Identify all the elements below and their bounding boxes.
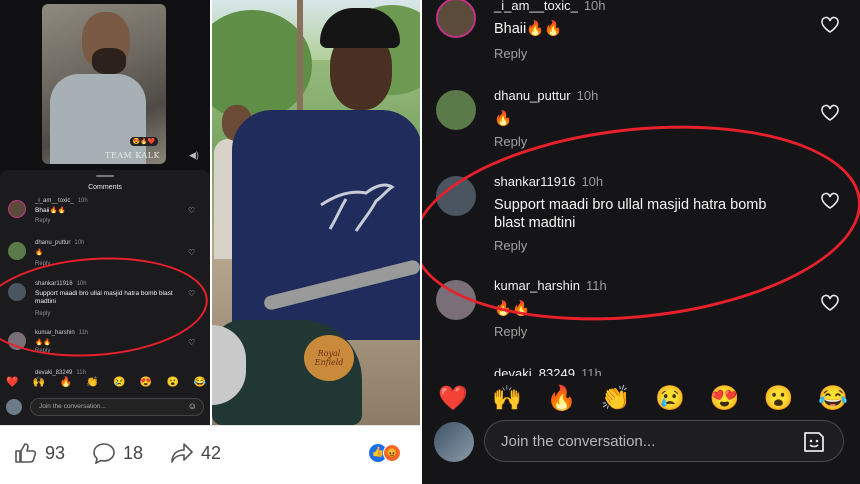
right-screenshot: _i_am__toxic_ 10h Bhaii🔥🔥 Reply dhanu_put… xyxy=(422,0,860,484)
emoji-quick-reactions: ❤️ 🙌 🔥 👏 😢 😍 😮 😂 xyxy=(6,377,206,388)
emoji-laugh[interactable]: 😂 xyxy=(193,377,205,388)
list-item: devaki_83249 11h xyxy=(8,369,208,377)
sheet-drag-handle[interactable] xyxy=(96,175,114,177)
comment-text: Bhaii🔥🔥 xyxy=(35,207,66,214)
emoji-raised-hands[interactable]: 🙌 xyxy=(33,377,45,388)
share-arrow-icon xyxy=(171,443,193,463)
heart-icon[interactable]: ♡ xyxy=(188,338,195,347)
comment-username[interactable]: dhanu_puttur xyxy=(494,88,571,103)
comment-input[interactable]: Join the conversation... xyxy=(484,420,844,462)
share-count: 42 xyxy=(201,442,222,463)
comment-input[interactable]: Join the conversation... ☺ xyxy=(30,398,204,416)
comment-username[interactable]: dhanu_puttur xyxy=(35,240,70,246)
comment-time: 11h xyxy=(76,370,86,376)
comment-time: 10h xyxy=(74,240,85,246)
video-watermark: TEAM KALK xyxy=(105,151,160,160)
heart-icon[interactable] xyxy=(820,104,840,122)
emoji-fire[interactable]: 🔥 xyxy=(60,377,72,388)
reply-button[interactable]: Reply xyxy=(494,324,527,339)
comment-time: 10h xyxy=(576,88,599,103)
angry-reaction-icon: 😡 xyxy=(383,444,401,462)
emoji-fire[interactable]: 🔥 xyxy=(547,384,577,413)
share-button[interactable]: 42 xyxy=(170,442,221,464)
photo: Royal Enfield xyxy=(212,0,420,425)
emoji-heart-eyes[interactable]: 😍 xyxy=(140,377,152,388)
avatar[interactable] xyxy=(8,200,26,218)
like-count: 93 xyxy=(45,442,66,463)
emoji-heart-eyes[interactable]: 😍 xyxy=(709,384,739,413)
comment-text: Bhaii🔥🔥 xyxy=(494,21,563,37)
comment-button[interactable]: 18 xyxy=(92,442,143,464)
comment-time: 11h xyxy=(580,366,602,376)
thumbs-up-icon xyxy=(15,443,37,463)
heart-icon[interactable] xyxy=(820,294,840,312)
comments-title: Comments xyxy=(88,184,122,191)
video-sticker: 😍🔥❤️ xyxy=(129,137,158,146)
emoji-clap[interactable]: 👏 xyxy=(601,384,631,413)
list-item: _i_am__toxic_ 10h Bhaii🔥🔥 Reply ♡ xyxy=(8,198,208,238)
puma-logo-icon xyxy=(320,183,395,232)
comment-username[interactable]: _i_am__toxic_ xyxy=(35,198,74,204)
comment-username[interactable]: devaki_83249 xyxy=(35,370,72,376)
list-item: devaki_83249 11h xyxy=(436,364,856,376)
emoji-cry[interactable]: 😢 xyxy=(655,384,685,413)
emoji-raised-hands[interactable]: 🙌 xyxy=(492,384,522,413)
comment-bubble-icon xyxy=(93,443,115,464)
emoji-clap[interactable]: 👏 xyxy=(86,377,98,388)
comment-text: 🔥 xyxy=(494,111,513,127)
emoji-heart[interactable]: ❤️ xyxy=(438,384,468,413)
avatar xyxy=(6,399,22,415)
comment-input-placeholder: Join the conversation... xyxy=(501,433,656,450)
comment-composer: Join the conversation... xyxy=(434,420,854,464)
emoji-cry[interactable]: 😢 xyxy=(113,377,125,388)
sticker-icon[interactable] xyxy=(801,429,827,455)
video-person-beard xyxy=(92,48,126,74)
like-button[interactable]: 93 xyxy=(14,442,65,464)
reply-button[interactable]: Reply xyxy=(494,134,527,149)
comment-time: 10h xyxy=(77,198,88,204)
emoji-laugh[interactable]: 😂 xyxy=(818,384,848,413)
reply-button[interactable]: Reply xyxy=(494,46,527,61)
left-screenshot: 😍🔥❤️ TEAM KALK ◀) Comments _i_am__toxic_… xyxy=(0,0,210,425)
bike-logo: Royal Enfield xyxy=(304,335,354,381)
volume-icon[interactable]: ◀) xyxy=(189,150,199,160)
emoji-quick-reactions: ❤️ 🙌 🔥 👏 😢 😍 😮 😂 xyxy=(438,384,848,413)
heart-icon[interactable] xyxy=(820,16,840,34)
reaction-summary[interactable]: 👍 😡 xyxy=(369,442,409,464)
avatar[interactable] xyxy=(436,90,476,130)
sticker-icon[interactable]: ☺ xyxy=(188,401,197,411)
comment-input-placeholder: Join the conversation... xyxy=(39,403,106,410)
emoji-heart[interactable]: ❤️ xyxy=(6,377,18,388)
post-reactions-bar: 93 18 42 👍 😡 xyxy=(0,425,420,484)
avatar[interactable] xyxy=(8,242,26,260)
comment-count: 18 xyxy=(123,442,144,463)
reel-video[interactable]: 😍🔥❤️ TEAM KALK xyxy=(42,4,166,164)
emoji-wow[interactable]: 😮 xyxy=(764,384,794,413)
heart-icon[interactable]: ♡ xyxy=(188,206,195,215)
avatar xyxy=(434,422,474,462)
comment-text: 🔥 xyxy=(35,249,44,256)
emoji-wow[interactable]: 😮 xyxy=(167,377,179,388)
comment-username[interactable]: devaki_83249 xyxy=(494,366,575,376)
comment-username[interactable]: _i_am__toxic_ xyxy=(494,0,578,13)
avatar[interactable] xyxy=(436,0,476,38)
comment-time: 10h xyxy=(583,0,606,13)
reply-button[interactable]: Reply xyxy=(35,218,50,224)
comment-composer: Join the conversation... ☺ xyxy=(6,397,206,417)
heart-icon[interactable]: ♡ xyxy=(188,248,195,257)
list-item: _i_am__toxic_ 10h Bhaii🔥🔥 Reply xyxy=(436,0,856,68)
